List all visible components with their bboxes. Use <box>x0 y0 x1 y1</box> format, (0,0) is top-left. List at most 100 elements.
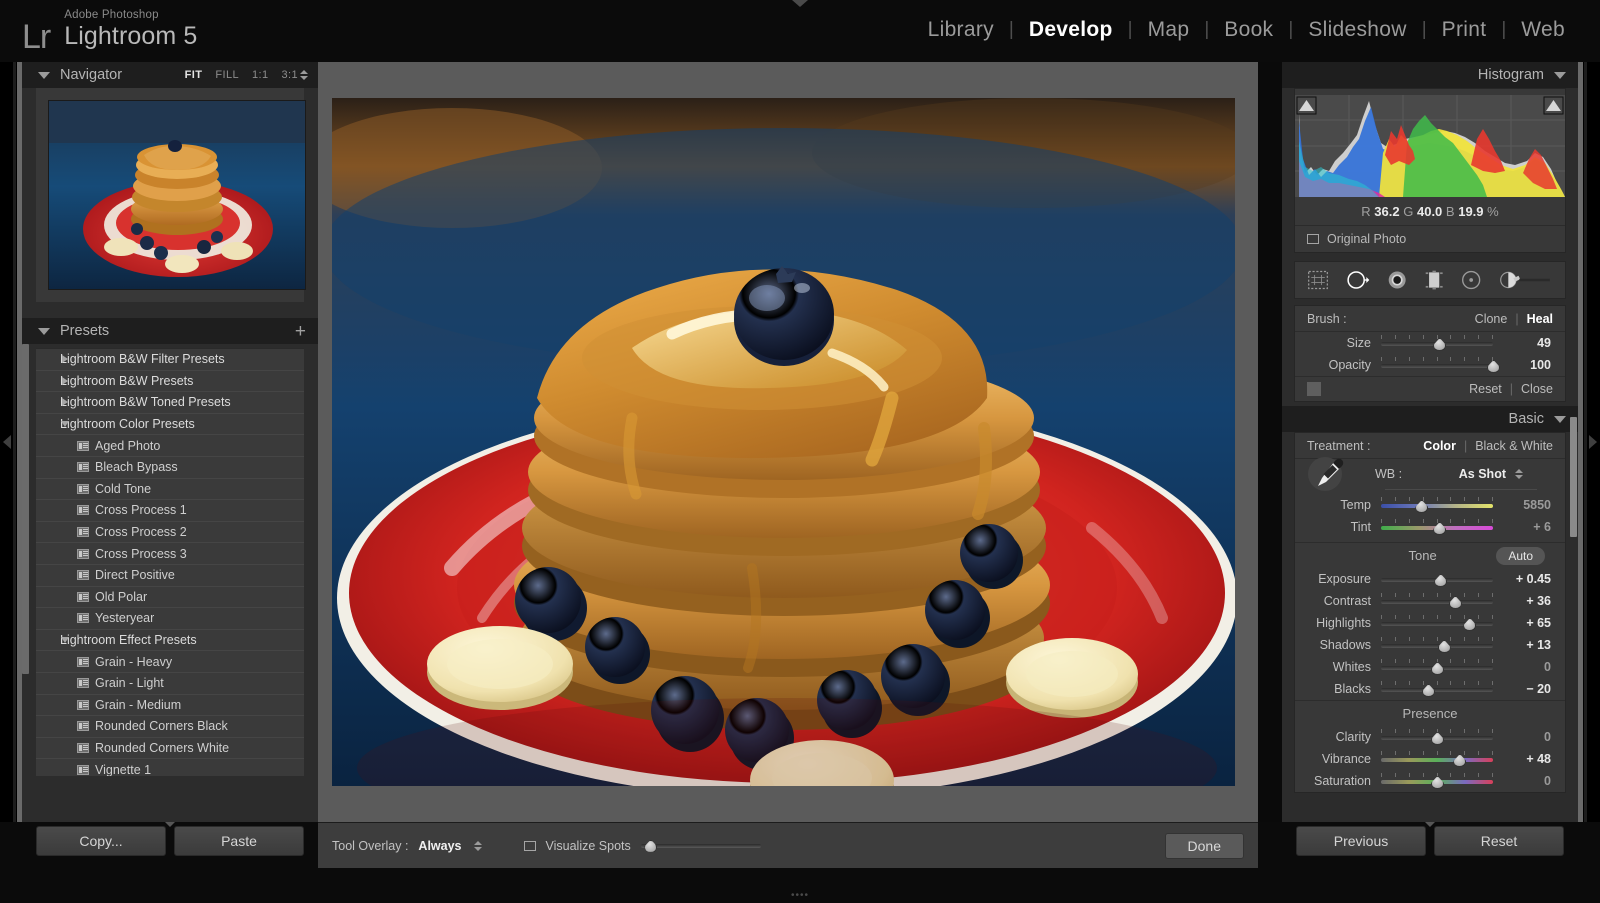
slider-track[interactable] <box>1381 758 1493 762</box>
slider-knob-vibrance[interactable] <box>1453 754 1467 767</box>
spot-removal-icon[interactable] <box>1346 268 1370 292</box>
chevron-down-icon[interactable] <box>61 637 69 644</box>
slider-knob-clarity[interactable] <box>1431 732 1444 745</box>
navigator-header[interactable]: Navigator FIT FILL 1:1 3:1 <box>22 62 318 88</box>
slider-contrast[interactable] <box>1381 592 1493 610</box>
chevron-right-icon[interactable] <box>62 355 68 364</box>
preset-item[interactable]: Rounded Corners Black <box>36 716 304 738</box>
slider-knob-size[interactable] <box>1433 338 1447 351</box>
slider-temp[interactable] <box>1381 496 1493 514</box>
preset-group[interactable]: Lightroom Effect Presets <box>36 630 304 652</box>
chevron-right-icon[interactable] <box>62 398 68 407</box>
slider-shadows[interactable] <box>1381 636 1493 654</box>
add-preset-icon[interactable]: + <box>295 322 306 341</box>
preset-item[interactable]: Aged Photo <box>36 435 304 457</box>
collapse-right-panel-icon[interactable] <box>1589 435 1597 449</box>
preset-item[interactable]: Vignette 1 <box>36 759 304 776</box>
preset-item[interactable]: Cold Tone <box>36 479 304 501</box>
preset-item[interactable]: Grain - Light <box>36 673 304 695</box>
right-panel-scrollbar[interactable] <box>1570 417 1577 537</box>
preset-item[interactable]: Grain - Heavy <box>36 651 304 673</box>
histogram-header[interactable]: Histogram <box>1282 62 1578 88</box>
red-eye-correction-icon[interactable] <box>1387 268 1407 292</box>
clone-option[interactable]: Clone <box>1475 312 1508 326</box>
chevron-down-icon[interactable] <box>38 327 50 335</box>
radial-filter-icon[interactable] <box>1461 268 1481 292</box>
slider-knob-saturation[interactable] <box>1431 776 1444 789</box>
heal-option[interactable]: Heal <box>1527 312 1553 326</box>
preset-item[interactable]: Yesteryear <box>36 608 304 630</box>
previous-button[interactable]: Previous <box>1296 826 1426 856</box>
chevron-right-icon[interactable] <box>62 376 68 385</box>
module-web[interactable]: Web <box>1506 18 1580 42</box>
visualize-spots-slider[interactable] <box>640 838 761 854</box>
reset-button[interactable]: Reset <box>1434 826 1564 856</box>
collapse-left-panel-icon[interactable] <box>3 435 11 449</box>
original-photo-row[interactable]: Original Photo <box>1295 225 1565 252</box>
basic-header[interactable]: Basic <box>1282 406 1578 432</box>
treatment-bw-option[interactable]: Black & White <box>1475 439 1553 453</box>
slider-value-exposure[interactable]: + 0.45 <box>1493 572 1551 586</box>
reset-spot-button[interactable]: Reset <box>1469 382 1502 396</box>
slider-value-blacks[interactable]: − 20 <box>1493 682 1551 696</box>
histogram-graph[interactable] <box>1295 95 1565 197</box>
slider-value-whites[interactable]: 0 <box>1493 660 1551 674</box>
slider-track[interactable] <box>1381 688 1493 692</box>
preset-item[interactable]: Bleach Bypass <box>36 457 304 479</box>
done-button[interactable]: Done <box>1164 832 1244 859</box>
preset-item[interactable]: Cross Process 2 <box>36 522 304 544</box>
visualize-spots-checkbox-icon[interactable] <box>523 840 536 851</box>
module-library[interactable]: Library <box>913 18 1009 42</box>
wb-value[interactable]: As Shot <box>1459 467 1506 481</box>
zoom-level-fit[interactable]: FIT <box>185 69 203 81</box>
slider-track[interactable] <box>1381 622 1493 626</box>
chevron-down-icon[interactable] <box>61 421 69 428</box>
zoom-level-fill[interactable]: FILL <box>215 69 239 81</box>
slider-value-vibrance[interactable]: + 48 <box>1493 752 1551 766</box>
preset-item[interactable]: Grain - Medium <box>36 695 304 717</box>
crop-overlay-icon[interactable] <box>1307 268 1329 292</box>
visualize-spots-knob[interactable] <box>644 839 658 852</box>
preset-group[interactable]: Lightroom B&W Toned Presets <box>36 392 304 414</box>
slider-value-highlights[interactable]: + 65 <box>1493 616 1551 630</box>
brush-swatch-icon[interactable] <box>1307 382 1321 396</box>
left-panel-scrollbar[interactable] <box>22 344 29 674</box>
navigator-preview[interactable] <box>48 100 306 290</box>
module-print[interactable]: Print <box>1427 18 1502 42</box>
slider-whites[interactable] <box>1381 658 1493 676</box>
slider-value-size[interactable]: 49 <box>1493 336 1551 350</box>
slider-value-temp[interactable]: 5850 <box>1493 498 1551 512</box>
top-panel-handle[interactable] <box>792 0 808 7</box>
slider-size[interactable] <box>1381 334 1493 352</box>
slider-opacity[interactable] <box>1381 356 1500 374</box>
preset-item[interactable]: Rounded Corners White <box>36 738 304 760</box>
original-photo-checkbox-icon[interactable] <box>1307 234 1319 244</box>
graduated-filter-icon[interactable] <box>1424 268 1444 292</box>
auto-tone-button[interactable]: Auto <box>1496 546 1545 565</box>
slider-clarity[interactable] <box>1381 728 1493 746</box>
slider-saturation[interactable] <box>1381 772 1493 790</box>
image-canvas[interactable] <box>332 98 1235 786</box>
chevron-down-icon[interactable] <box>1554 71 1566 79</box>
slider-value-clarity[interactable]: 0 <box>1493 730 1551 744</box>
slider-knob-exposure[interactable] <box>1434 574 1448 587</box>
white-balance-selector-icon[interactable] <box>1307 456 1353 492</box>
slider-knob-blacks[interactable] <box>1422 684 1436 697</box>
slider-highlights[interactable] <box>1381 614 1493 632</box>
slider-value-shadows[interactable]: + 13 <box>1493 638 1551 652</box>
preset-item[interactable]: Cross Process 1 <box>36 500 304 522</box>
module-slideshow[interactable]: Slideshow <box>1293 18 1421 42</box>
slider-vibrance[interactable] <box>1381 750 1493 768</box>
slider-track[interactable] <box>1381 504 1493 508</box>
preset-group[interactable]: Lightroom Color Presets <box>36 414 304 436</box>
chevron-down-icon[interactable] <box>1554 415 1566 423</box>
preset-item[interactable]: Old Polar <box>36 587 304 609</box>
treatment-color-option[interactable]: Color <box>1423 439 1456 453</box>
slider-value-tint[interactable]: + 6 <box>1493 520 1551 534</box>
preset-item[interactable]: Direct Positive <box>36 565 304 587</box>
presets-list[interactable]: Lightroom B&W Filter Presets Lightroom B&… <box>36 348 304 776</box>
slider-knob-contrast[interactable] <box>1448 596 1462 609</box>
module-book[interactable]: Book <box>1209 18 1288 42</box>
slider-tint[interactable] <box>1381 518 1493 536</box>
chevron-down-icon[interactable] <box>38 71 50 79</box>
